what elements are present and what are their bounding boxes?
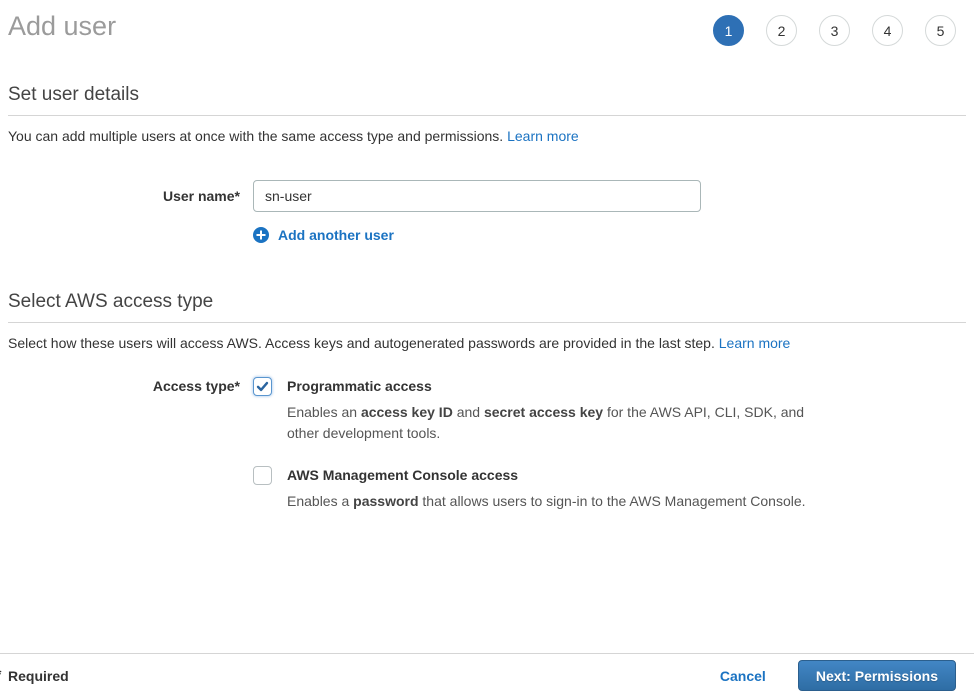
programmatic-access-checkbox[interactable] bbox=[253, 377, 272, 396]
footer-bar: *Required Cancel Next: Permissions bbox=[0, 653, 974, 697]
set-user-details-description: You can add multiple users at once with … bbox=[8, 128, 966, 144]
learn-more-link[interactable]: Learn more bbox=[719, 335, 791, 351]
step-3-badge: 3 bbox=[819, 15, 850, 46]
step-indicator: 1 2 3 4 5 bbox=[713, 15, 956, 46]
checkmark-icon bbox=[256, 380, 269, 393]
console-access-title: AWS Management Console access bbox=[287, 466, 809, 485]
page-title: Add user bbox=[8, 10, 116, 42]
access-type-description: Select how these users will access AWS. … bbox=[8, 335, 966, 351]
console-access-checkbox[interactable] bbox=[253, 466, 272, 485]
section-divider bbox=[8, 322, 966, 323]
required-asterisk: * bbox=[0, 666, 1, 682]
access-type-section: Select AWS access type Select how these … bbox=[8, 291, 966, 512]
cancel-button[interactable]: Cancel bbox=[720, 668, 766, 684]
access-type-row: Access type* Programmatic access Enables… bbox=[8, 377, 966, 512]
step-5-badge: 5 bbox=[925, 15, 956, 46]
next-permissions-button[interactable]: Next: Permissions bbox=[798, 660, 956, 691]
description-text: You can add multiple users at once with … bbox=[8, 128, 503, 144]
add-another-user-button[interactable]: Add another user bbox=[253, 227, 966, 243]
required-note: *Required bbox=[8, 668, 69, 684]
page-header: Add user 1 2 3 4 5 bbox=[0, 0, 974, 46]
user-name-input[interactable] bbox=[253, 180, 701, 212]
access-type-label: Access type* bbox=[8, 377, 240, 396]
step-2-badge: 2 bbox=[766, 15, 797, 46]
learn-more-link[interactable]: Learn more bbox=[507, 128, 579, 144]
console-access-option: AWS Management Console access Enables a … bbox=[253, 466, 809, 512]
set-user-details-heading: Set user details bbox=[8, 84, 966, 115]
console-access-description: Enables a password that allows users to … bbox=[287, 491, 809, 512]
programmatic-access-title: Programmatic access bbox=[287, 377, 809, 396]
add-another-user-label: Add another user bbox=[278, 227, 394, 243]
programmatic-access-description: Enables an access key ID and secret acce… bbox=[287, 402, 809, 444]
step-4-badge: 4 bbox=[872, 15, 903, 46]
programmatic-access-option: Programmatic access Enables an access ke… bbox=[253, 377, 809, 444]
description-text: Select how these users will access AWS. … bbox=[8, 335, 715, 351]
user-name-label: User name* bbox=[8, 188, 240, 204]
set-user-details-section: Set user details You can add multiple us… bbox=[8, 84, 966, 243]
access-type-heading: Select AWS access type bbox=[8, 291, 966, 322]
user-name-row: User name* bbox=[8, 180, 966, 212]
step-1-badge: 1 bbox=[713, 15, 744, 46]
section-divider bbox=[8, 115, 966, 116]
plus-circle-icon bbox=[253, 227, 269, 243]
